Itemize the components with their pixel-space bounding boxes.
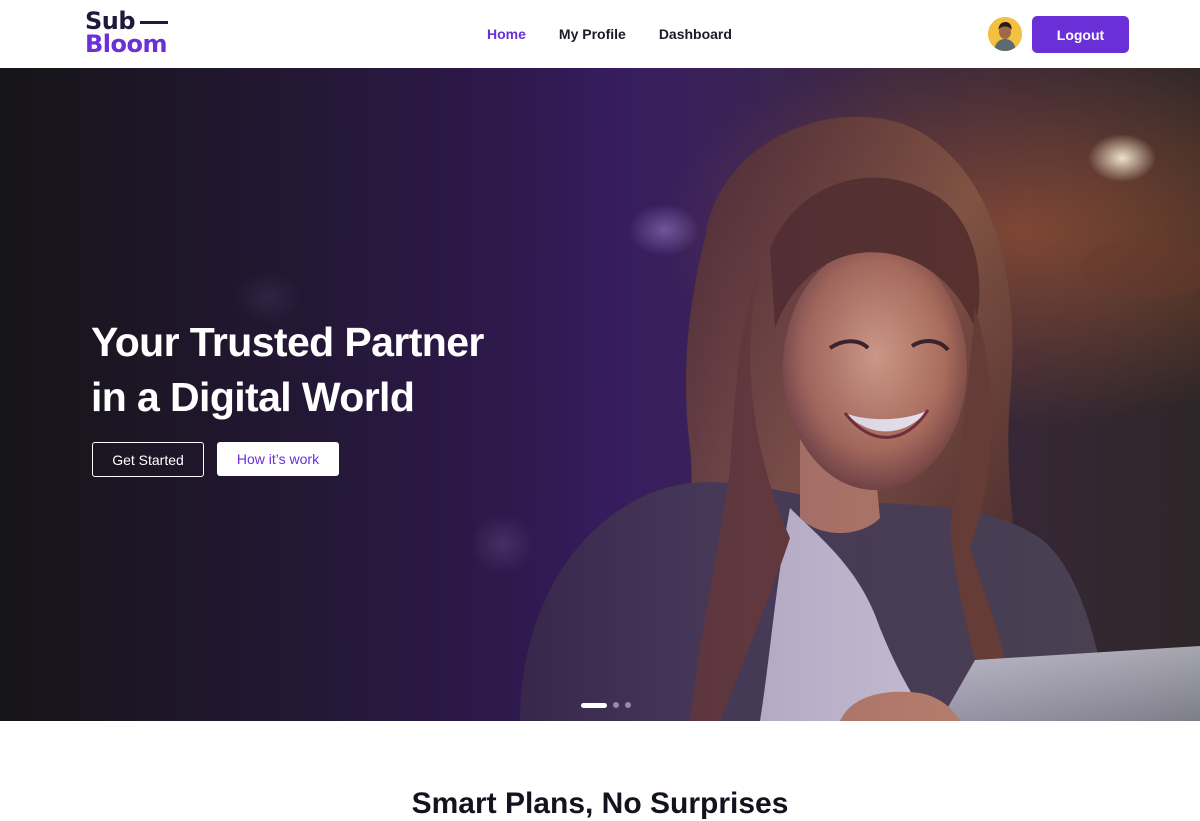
avatar-icon — [988, 17, 1022, 51]
nav-link-my-profile[interactable]: My Profile — [559, 26, 626, 42]
get-started-button[interactable]: Get Started — [92, 442, 204, 477]
hero-title-line-1: Your Trusted Partner — [91, 319, 484, 365]
logout-button[interactable]: Logout — [1032, 16, 1129, 53]
carousel-dot-2[interactable] — [613, 702, 619, 708]
hero-title-line-2: in a Digital World — [91, 374, 415, 420]
hero-banner: Your Trusted Partner in a Digital World … — [0, 68, 1200, 721]
hero-title: Your Trusted Partner in a Digital World — [91, 315, 484, 425]
nav-link-dashboard[interactable]: Dashboard — [659, 26, 732, 42]
main-nav: Home My Profile Dashboard — [487, 26, 732, 42]
brand-logo[interactable]: Sub Bloom — [85, 9, 169, 58]
section-title: Smart Plans, No Surprises — [411, 787, 789, 820]
how-it-works-button[interactable]: How it’s work — [217, 442, 339, 476]
carousel-dot-1[interactable] — [581, 702, 607, 708]
user-avatar[interactable] — [988, 17, 1022, 51]
logo-text-bloom: Bloom — [85, 30, 168, 58]
logo-dash — [140, 20, 169, 24]
nav-link-home[interactable]: Home — [487, 26, 526, 42]
carousel-indicators — [581, 702, 631, 708]
carousel-dot-3[interactable] — [625, 702, 631, 708]
navbar: Sub Bloom Home My Profile Dashboard Logo… — [0, 0, 1200, 68]
